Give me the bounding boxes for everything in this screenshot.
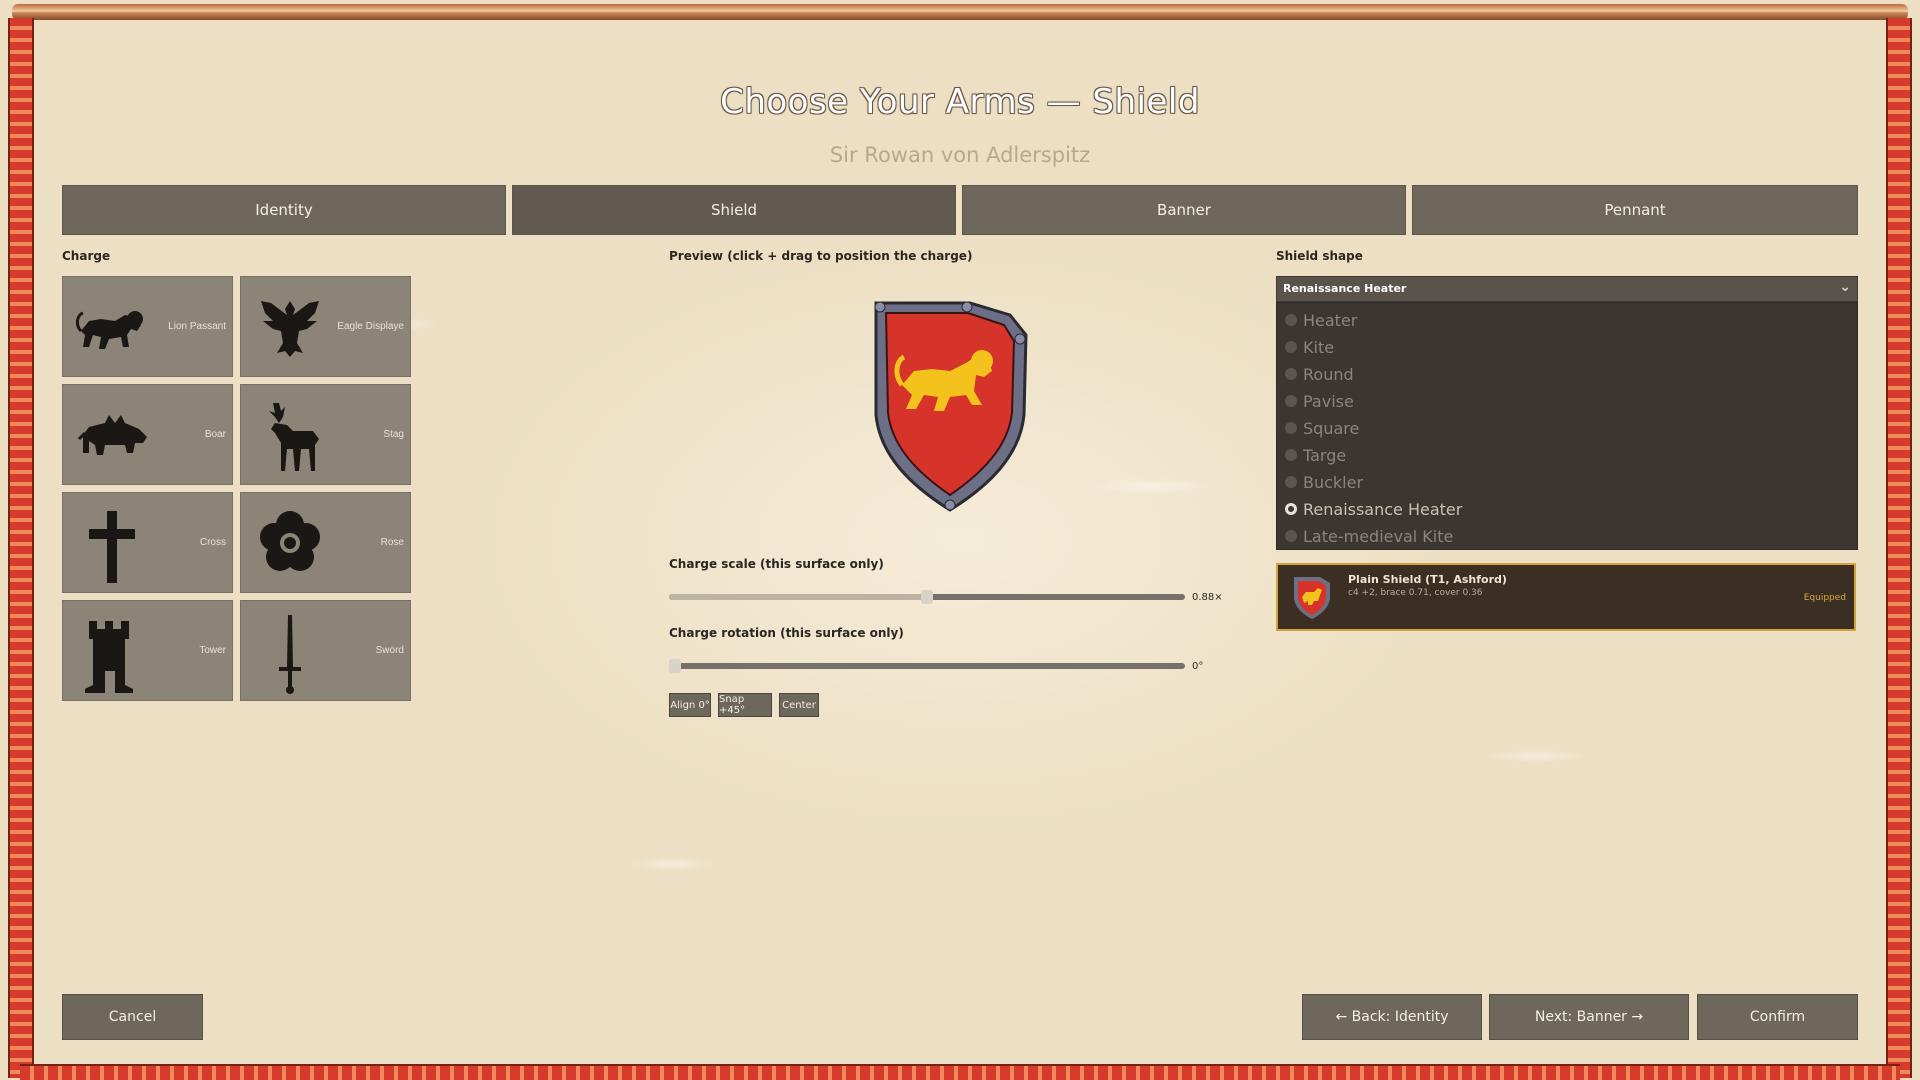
option-label: Round <box>1303 364 1354 384</box>
option-label: Targe <box>1303 445 1347 465</box>
radio-icon <box>1285 530 1297 542</box>
equipped-shield-card[interactable]: Plain Shield (T1, Ashford) c4 +2, brace … <box>1276 563 1856 631</box>
back-identity-button[interactable]: ← Back: Identity <box>1302 994 1482 1040</box>
shape-option-kite[interactable]: Kite <box>1285 334 1334 360</box>
shield-preview-graphic <box>874 301 1028 512</box>
parchment-background: Choose Your Arms — Shield Sir Rowan von … <box>0 0 1920 1080</box>
charge-label: Boar <box>204 429 226 440</box>
radio-selected-icon <box>1285 503 1297 515</box>
chevron-down-icon: ⌄ <box>1839 279 1851 295</box>
shape-option-late-medieval-kite[interactable]: Late-medieval Kite <box>1285 523 1453 549</box>
stag-icon <box>269 403 319 471</box>
page-title: Choose Your Arms — Shield <box>720 82 1200 122</box>
charge-label: Lion Passant <box>168 321 226 332</box>
option-label: Renaissance Heater <box>1303 499 1463 519</box>
charge-label: Eagle Displaye <box>337 321 404 332</box>
rose-icon <box>260 511 320 571</box>
option-label: Buckler <box>1303 472 1364 492</box>
tab-pennant[interactable]: Pennant <box>1412 185 1858 235</box>
shield-preview[interactable] <box>870 295 1030 519</box>
decorative-border-left <box>8 18 34 1078</box>
lion-icon <box>75 311 143 349</box>
equipped-badge: Equipped <box>1803 593 1846 603</box>
radio-icon <box>1285 368 1297 380</box>
cross-icon <box>89 511 135 583</box>
snap-45-button[interactable]: Snap +45° <box>718 693 772 717</box>
center-button[interactable]: Center <box>779 693 819 717</box>
shield-shape-options: Heater Kite Round Pavise Square Targe Bu… <box>1276 302 1858 550</box>
shape-option-targe[interactable]: Targe <box>1285 442 1346 468</box>
shape-option-heater[interactable]: Heater <box>1285 307 1357 333</box>
confirm-button[interactable]: Confirm <box>1697 994 1858 1040</box>
option-label: Kite <box>1303 337 1335 357</box>
charge-scale-slider[interactable] <box>669 590 1185 604</box>
shield-shape-select[interactable]: Renaissance Heater ⌄ <box>1276 276 1858 302</box>
charge-label: Stag <box>383 429 404 440</box>
charge-tile-sword[interactable]: Sword <box>240 600 411 701</box>
option-label: Heater <box>1303 310 1358 330</box>
shield-thumbnail-icon <box>1294 577 1330 619</box>
shape-option-renaissance-heater[interactable]: Renaissance Heater <box>1285 496 1462 522</box>
radio-icon <box>1285 314 1297 326</box>
shape-option-square[interactable]: Square <box>1285 415 1359 441</box>
option-label: Late-medieval Kite <box>1303 526 1454 546</box>
option-label: Square <box>1303 418 1360 438</box>
option-label: Pavise <box>1303 391 1354 411</box>
tower-icon <box>85 621 133 693</box>
charge-rotation-slider[interactable] <box>669 659 1185 673</box>
charge-rotation-value: 0° <box>1192 661 1204 672</box>
tab-identity[interactable]: Identity <box>62 185 506 235</box>
charge-scale-value: 0.88× <box>1192 592 1223 603</box>
tab-shield[interactable]: Shield <box>512 185 956 235</box>
charge-rotation-label: Charge rotation (this surface only) <box>669 626 904 640</box>
scroll-rod-top <box>12 4 1908 20</box>
charge-rotation-thumb[interactable] <box>669 659 681 673</box>
preview-label: Preview (click + drag to position the ch… <box>669 249 973 263</box>
charge-tile-tower[interactable]: Tower <box>62 600 233 701</box>
radio-icon <box>1285 476 1297 488</box>
charge-label: Cross <box>199 537 226 548</box>
character-name: Sir Rowan von Adlerspitz <box>829 143 1091 167</box>
charge-scale-fill <box>669 594 927 600</box>
charge-scale-label: Charge scale (this surface only) <box>669 557 884 571</box>
boar-icon <box>77 415 147 455</box>
next-banner-button[interactable]: Next: Banner → <box>1489 994 1689 1040</box>
radio-icon <box>1285 422 1297 434</box>
shape-option-pavise[interactable]: Pavise <box>1285 388 1354 414</box>
shield-shape-selected-value: Renaissance Heater <box>1283 282 1407 295</box>
charge-scale-thumb[interactable] <box>921 590 933 604</box>
charge-section-label: Charge <box>62 249 111 263</box>
shape-option-round[interactable]: Round <box>1285 361 1354 387</box>
charge-tile-eagle[interactable]: Eagle Displaye <box>240 276 411 377</box>
charge-tile-rose[interactable]: Rose <box>240 492 411 593</box>
charge-tile-lion[interactable]: Lion Passant <box>62 276 233 377</box>
charge-label: Rose <box>380 537 404 548</box>
charge-label: Tower <box>199 645 226 656</box>
radio-icon <box>1285 341 1297 353</box>
tab-banner[interactable]: Banner <box>962 185 1406 235</box>
sword-icon <box>279 615 301 694</box>
equipped-item-stats: c4 +2, brace 0.71, cover 0.36 <box>1348 588 1483 598</box>
cancel-button[interactable]: Cancel <box>62 994 203 1040</box>
shield-shape-label: Shield shape <box>1276 249 1363 263</box>
charge-label: Sword <box>375 645 404 656</box>
charge-tile-stag[interactable]: Stag <box>240 384 411 485</box>
charge-tile-cross[interactable]: Cross <box>62 492 233 593</box>
align-zero-button[interactable]: Align 0° <box>669 693 711 717</box>
shape-option-buckler[interactable]: Buckler <box>1285 469 1363 495</box>
radio-icon <box>1285 395 1297 407</box>
decorative-border-right <box>1886 18 1912 1078</box>
decorative-border-bottom <box>20 1064 1900 1080</box>
charge-tile-boar[interactable]: Boar <box>62 384 233 485</box>
equipped-item-name: Plain Shield (T1, Ashford) <box>1348 573 1507 586</box>
eagle-icon <box>261 301 319 357</box>
radio-icon <box>1285 449 1297 461</box>
